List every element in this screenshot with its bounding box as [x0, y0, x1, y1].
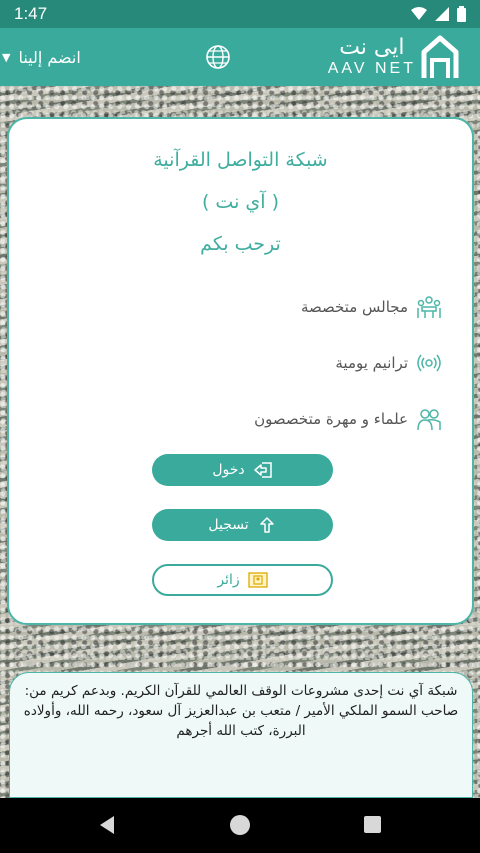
- recent-apps-icon[interactable]: [364, 816, 381, 833]
- visitor-label: زائر: [217, 572, 240, 588]
- register-label: تسجيل: [208, 517, 249, 533]
- visitor-button[interactable]: زائر: [152, 564, 333, 596]
- app-logo-text: ايى نت AAV NET: [328, 36, 416, 78]
- register-button[interactable]: تسجيل: [152, 509, 333, 541]
- notice-line-2: صاحب السمو الملكي الأمير / متعب بن عبدال…: [23, 703, 459, 739]
- wifi-icon: [411, 7, 427, 20]
- battery-icon: [457, 6, 466, 22]
- login-label: دخول: [212, 462, 245, 478]
- feature-label: مجالس متخصصة: [300, 298, 408, 316]
- status-bar: 1:47: [0, 0, 480, 28]
- welcome-card: شبكة التواصل القرآنية ( آي نت ) ترحب بكم…: [7, 117, 474, 625]
- dropdown-caret-icon: ▼: [2, 50, 11, 64]
- login-button[interactable]: دخول: [152, 454, 333, 486]
- back-icon[interactable]: [98, 815, 116, 835]
- logo-english: AAV NET: [327, 60, 416, 77]
- welcome-line-2: ( آي نت ): [201, 191, 280, 213]
- logo-mark-icon: [421, 35, 459, 78]
- notice-line-1: شبكة آي نت إحدى مشروعات الوقف العالمي لل…: [24, 683, 458, 699]
- sponsor-notice: شبكة آي نت إحدى مشروعات الوقف العالمي لل…: [9, 672, 473, 798]
- feature-item: علماء و مهرة متخصصون: [254, 391, 442, 447]
- app-bar: ▼ انضم إلينا ايى نت AAV NET: [0, 28, 480, 86]
- status-icons: [411, 6, 466, 22]
- home-icon[interactable]: [230, 815, 250, 835]
- join-us-dropdown[interactable]: ▼ انضم إلينا: [0, 28, 81, 86]
- upload-icon: [259, 517, 274, 533]
- join-us-label: انضم إلينا: [18, 47, 81, 67]
- status-time: 1:47: [14, 4, 48, 23]
- welcome-line-3: ترحب بكم: [200, 233, 281, 255]
- meeting-icon: [417, 296, 441, 318]
- visitor-badge-icon: [247, 572, 268, 588]
- system-nav-bar: [0, 798, 480, 853]
- scholars-icon: [417, 409, 441, 431]
- feature-item: ترانيم يومية: [254, 335, 442, 391]
- welcome-line-1: شبكة التواصل القرآنية: [153, 149, 328, 171]
- feature-label: ترانيم يومية: [335, 354, 408, 372]
- audio-icon: [417, 354, 441, 372]
- signal-icon: [435, 7, 449, 21]
- feature-list: مجالس متخصصة ترانيم يومية علماء و مهرة م…: [254, 279, 442, 447]
- logo-arabic: ايى نت: [339, 35, 405, 60]
- globe-icon[interactable]: [205, 44, 231, 70]
- login-icon: [253, 462, 272, 478]
- feature-label: علماء و مهرة متخصصون: [254, 410, 408, 428]
- feature-item: مجالس متخصصة: [254, 279, 442, 335]
- welcome-text: شبكة التواصل القرآنية ( آي نت ) ترحب بكم: [9, 139, 472, 265]
